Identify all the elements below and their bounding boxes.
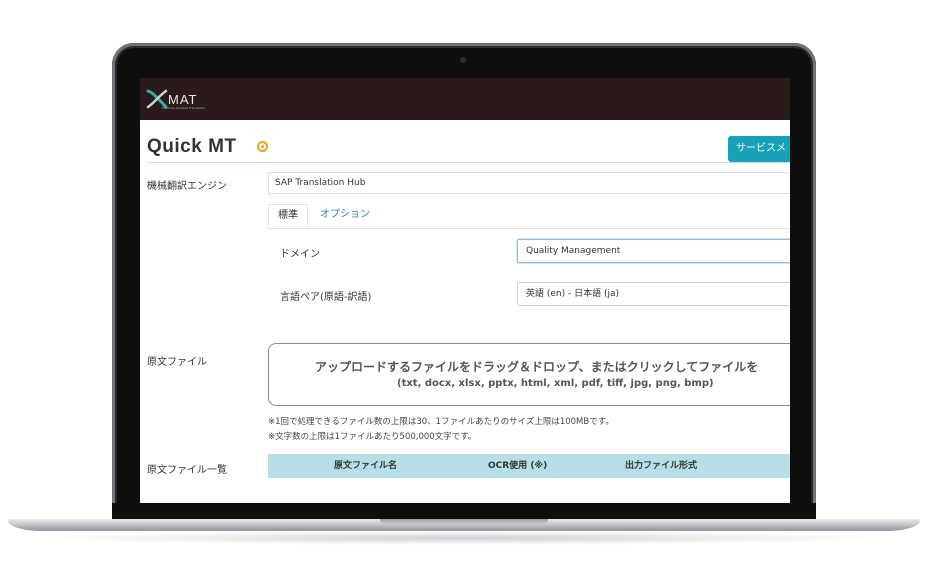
- logo-subtext: Machine Assisted Translation: [162, 106, 206, 110]
- langpair-label: 言語ペア(原語-訳語): [280, 292, 372, 303]
- help-icon[interactable]: [257, 141, 268, 152]
- source-file-label: 原文ファイル: [147, 357, 207, 368]
- top-navbar: MAT Machine Assisted Translation: [140, 78, 790, 120]
- laptop-notch: [380, 519, 548, 524]
- column-header-filename: 原文ファイル名: [334, 461, 398, 471]
- engine-select[interactable]: SAP Translation Hub: [268, 172, 790, 194]
- tab-standard[interactable]: 標準: [268, 204, 308, 228]
- domain-label: ドメイン: [280, 249, 320, 260]
- option-tabs: 標準 オプション: [268, 204, 790, 229]
- column-header-output-format: 出力ファイル形式: [625, 461, 698, 471]
- page-title: Quick MT: [147, 136, 237, 157]
- file-table-header: 原文ファイル名 OCR使用 (※) 出力ファイル形式: [268, 454, 790, 478]
- tab-options[interactable]: オプション: [320, 204, 370, 228]
- file-list-label: 原文ファイル一覧: [147, 465, 227, 476]
- dropzone-file-types: (txt, docx, xlsx, pptx, html, xml, pdf, …: [397, 378, 714, 389]
- char-limit-note: ※文字数の上限は1ファイルあたり500,000文字です。: [268, 432, 477, 442]
- app-screen: MAT Machine Assisted Translation Quick M…: [140, 78, 790, 503]
- title-divider: [147, 162, 790, 163]
- service-menu-button[interactable]: サービスメ: [728, 136, 790, 162]
- logo-text: MAT: [168, 92, 197, 107]
- file-limit-note: ※1回で処理できるファイル数の上限は30、1ファイルあたりのサイズ上限は100M…: [268, 417, 614, 427]
- domain-select[interactable]: Quality Management: [517, 239, 790, 263]
- langpair-select[interactable]: 英語 (en) - 日本語 (ja): [517, 282, 790, 306]
- laptop-shadow: [40, 531, 888, 545]
- dropzone-instruction: アップロードするファイルをドラッグ＆ドロップ、またはクリックしてファイルを: [315, 360, 759, 374]
- column-header-ocr: OCR使用 (※): [488, 461, 548, 471]
- file-dropzone[interactable]: アップロードするファイルをドラッグ＆ドロップ、またはクリックしてファイルを (t…: [268, 343, 790, 406]
- camera-icon: [460, 57, 466, 63]
- engine-label: 機械翻訳エンジン: [147, 181, 227, 192]
